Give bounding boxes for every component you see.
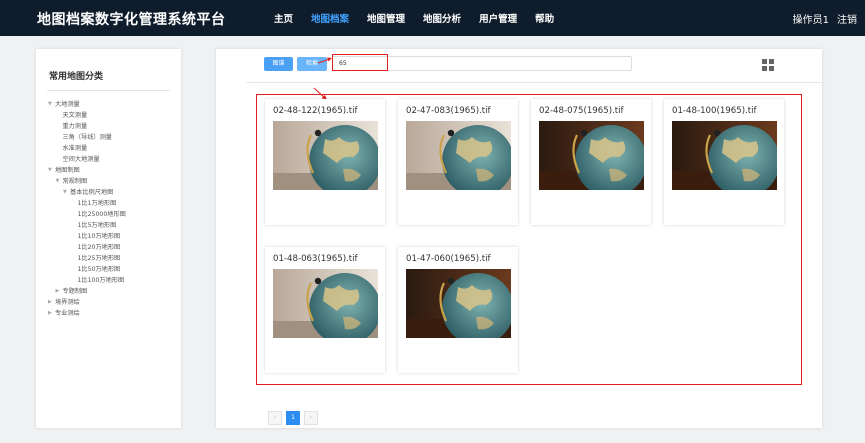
tree-item-label: 水准测量 bbox=[62, 145, 88, 152]
map-file-card[interactable]: 02-47-083(1965).tif bbox=[398, 99, 518, 225]
caret-right-icon[interactable]: ▶ bbox=[48, 308, 52, 319]
tree-item-label: 专业测绘 bbox=[55, 310, 80, 317]
map-thumbnail[interactable] bbox=[273, 269, 378, 338]
caret-right-icon[interactable]: ▶ bbox=[48, 297, 52, 308]
map-thumbnail[interactable] bbox=[672, 121, 777, 190]
tree-item[interactable]: 1比5万地形图 bbox=[36, 220, 181, 231]
tree-item-label: 基本比例尺地图 bbox=[70, 189, 114, 196]
file-name: 02-48-122(1965).tif bbox=[273, 106, 358, 116]
nav-map-analysis[interactable]: 地图分析 bbox=[423, 11, 461, 25]
grid-view-icon[interactable] bbox=[762, 59, 774, 71]
tree-item-label: 1比25万地形图 bbox=[77, 255, 121, 262]
tree-item[interactable]: 1比25000地形图 bbox=[36, 209, 181, 220]
tree-item[interactable]: ▶ 专题制图 bbox=[36, 286, 181, 297]
tree-item-label: 1比20万地形图 bbox=[77, 244, 121, 251]
caret-down-icon[interactable]: ▼ bbox=[48, 99, 52, 110]
caret-down-icon[interactable]: ▼ bbox=[56, 176, 60, 187]
tree-item[interactable]: 重力测量 bbox=[36, 121, 181, 132]
user-area: 操作员1 注销 bbox=[785, 0, 857, 36]
globe-thumbnail bbox=[406, 269, 511, 338]
category-sidebar: 常用地图分类 ▼ 大地测量 天文测量 重力测量 三角（导线）测量 水准测量 空间大地测量 ▼ 地… bbox=[36, 49, 181, 428]
tree-item-label: 境界测绘 bbox=[55, 299, 80, 306]
tree-item-label: 1比10万地形图 bbox=[77, 233, 121, 240]
nav-user-management[interactable]: 用户管理 bbox=[479, 11, 517, 25]
tree-item[interactable]: 1比1万地形图 bbox=[36, 198, 181, 209]
tree-item[interactable]: 空间大地测量 bbox=[36, 154, 181, 165]
globe-thumbnail bbox=[539, 121, 644, 190]
tree-item[interactable]: 1比20万地形图 bbox=[36, 242, 181, 253]
map-file-card[interactable]: 02-48-122(1965).tif bbox=[265, 99, 385, 225]
tree-item[interactable]: 1比10万地形图 bbox=[36, 231, 181, 242]
page-1-button[interactable]: 1 bbox=[286, 411, 300, 425]
file-name: 01-48-063(1965).tif bbox=[273, 254, 358, 264]
tree-item-label: 1比25000地形图 bbox=[77, 211, 126, 218]
tree-item[interactable]: 1比100万地形图 bbox=[36, 275, 181, 286]
tree-item[interactable]: 水准测量 bbox=[36, 143, 181, 154]
tree-item[interactable]: ▼ 常规制图 bbox=[36, 176, 181, 187]
file-name: 02-47-083(1965).tif bbox=[406, 106, 491, 116]
tree-item-label: 1比5万地形图 bbox=[77, 222, 117, 229]
map-file-card[interactable]: 01-48-100(1965).tif bbox=[664, 99, 784, 225]
toolbar-divider bbox=[246, 82, 822, 83]
tree-item[interactable]: 1比50万地形图 bbox=[36, 264, 181, 275]
map-thumbnail[interactable] bbox=[406, 269, 511, 338]
map-file-card[interactable]: 02-48-075(1965).tif bbox=[531, 99, 651, 225]
sidebar-title: 常用地图分类 bbox=[49, 72, 104, 82]
search-input[interactable] bbox=[332, 56, 632, 71]
tree-item[interactable]: 1比25万地形图 bbox=[36, 253, 181, 264]
pagination: ‹ 1 › bbox=[268, 411, 322, 425]
nav-map-management[interactable]: 地图管理 bbox=[367, 11, 405, 25]
top-navigation-bar: 地图档案数字化管理系统平台 主页 地图档案 地图管理 地图分析 用户管理 帮助 … bbox=[0, 0, 865, 36]
archive-main-panel: 图谱 检索 02-48-122(1965).tif 02-47-083(1965… bbox=[216, 49, 822, 428]
current-user[interactable]: 操作员1 bbox=[793, 11, 829, 26]
caret-right-icon[interactable]: ▶ bbox=[56, 286, 60, 297]
map-file-card[interactable]: 01-48-063(1965).tif bbox=[265, 247, 385, 373]
tree-item-label: 1比1万地形图 bbox=[77, 200, 117, 207]
nav-home[interactable]: 主页 bbox=[274, 11, 293, 25]
tree-item[interactable]: 天文测量 bbox=[36, 110, 181, 121]
globe-thumbnail bbox=[273, 269, 378, 338]
sidebar-divider bbox=[47, 90, 170, 91]
main-nav: 主页 地图档案 地图管理 地图分析 用户管理 帮助 bbox=[274, 0, 572, 36]
tree-item[interactable]: ▶ 专业测绘 bbox=[36, 308, 181, 319]
globe-thumbnail bbox=[672, 121, 777, 190]
tree-item[interactable]: ▼ 大地测量 bbox=[36, 99, 181, 110]
map-file-card[interactable]: 01-47-060(1965).tif bbox=[398, 247, 518, 373]
tree-item-label: 1比50万地形图 bbox=[77, 266, 121, 273]
tree-item-label: 专题制图 bbox=[62, 288, 88, 295]
tree-item-label: 常规制图 bbox=[62, 178, 88, 185]
map-thumbnail[interactable] bbox=[273, 121, 378, 190]
prev-page-button[interactable]: ‹ bbox=[268, 411, 282, 425]
next-page-button[interactable]: › bbox=[304, 411, 318, 425]
app-title: 地图档案数字化管理系统平台 bbox=[37, 12, 226, 28]
tree-item[interactable]: 三角（导线）测量 bbox=[36, 132, 181, 143]
tree-item-label: 三角（导线）测量 bbox=[62, 134, 113, 141]
file-name: 01-48-100(1965).tif bbox=[672, 106, 757, 116]
tree-item-label: 地图制图 bbox=[55, 167, 80, 174]
globe-thumbnail bbox=[406, 121, 511, 190]
file-name: 02-48-075(1965).tif bbox=[539, 106, 624, 116]
tree-item-label: 空间大地测量 bbox=[62, 156, 100, 163]
nav-help[interactable]: 帮助 bbox=[535, 11, 554, 25]
caret-down-icon[interactable]: ▼ bbox=[63, 187, 67, 198]
map-thumbnail[interactable] bbox=[539, 121, 644, 190]
tree-item[interactable]: ▼ 基本比例尺地图 bbox=[36, 187, 181, 198]
nav-map-archive[interactable]: 地图档案 bbox=[311, 11, 349, 25]
category-tree: ▼ 大地测量 天文测量 重力测量 三角（导线）测量 水准测量 空间大地测量 ▼ 地图制图 ▼ 常规制… bbox=[36, 99, 181, 319]
map-thumbnail[interactable] bbox=[406, 121, 511, 190]
tree-item-label: 重力测量 bbox=[62, 123, 88, 130]
tree-item[interactable]: ▼ 地图制图 bbox=[36, 165, 181, 176]
tree-item-label: 天文测量 bbox=[62, 112, 88, 119]
tree-item-label: 大地测量 bbox=[55, 101, 80, 108]
red-arrow-icon bbox=[317, 57, 332, 64]
album-button[interactable]: 图谱 bbox=[264, 57, 293, 71]
caret-down-icon[interactable]: ▼ bbox=[48, 165, 52, 176]
globe-thumbnail bbox=[273, 121, 378, 190]
logout-link[interactable]: 注销 bbox=[837, 11, 857, 26]
tree-item[interactable]: ▶ 境界测绘 bbox=[36, 297, 181, 308]
file-name: 01-47-060(1965).tif bbox=[406, 254, 491, 264]
tree-item-label: 1比100万地形图 bbox=[77, 277, 125, 284]
